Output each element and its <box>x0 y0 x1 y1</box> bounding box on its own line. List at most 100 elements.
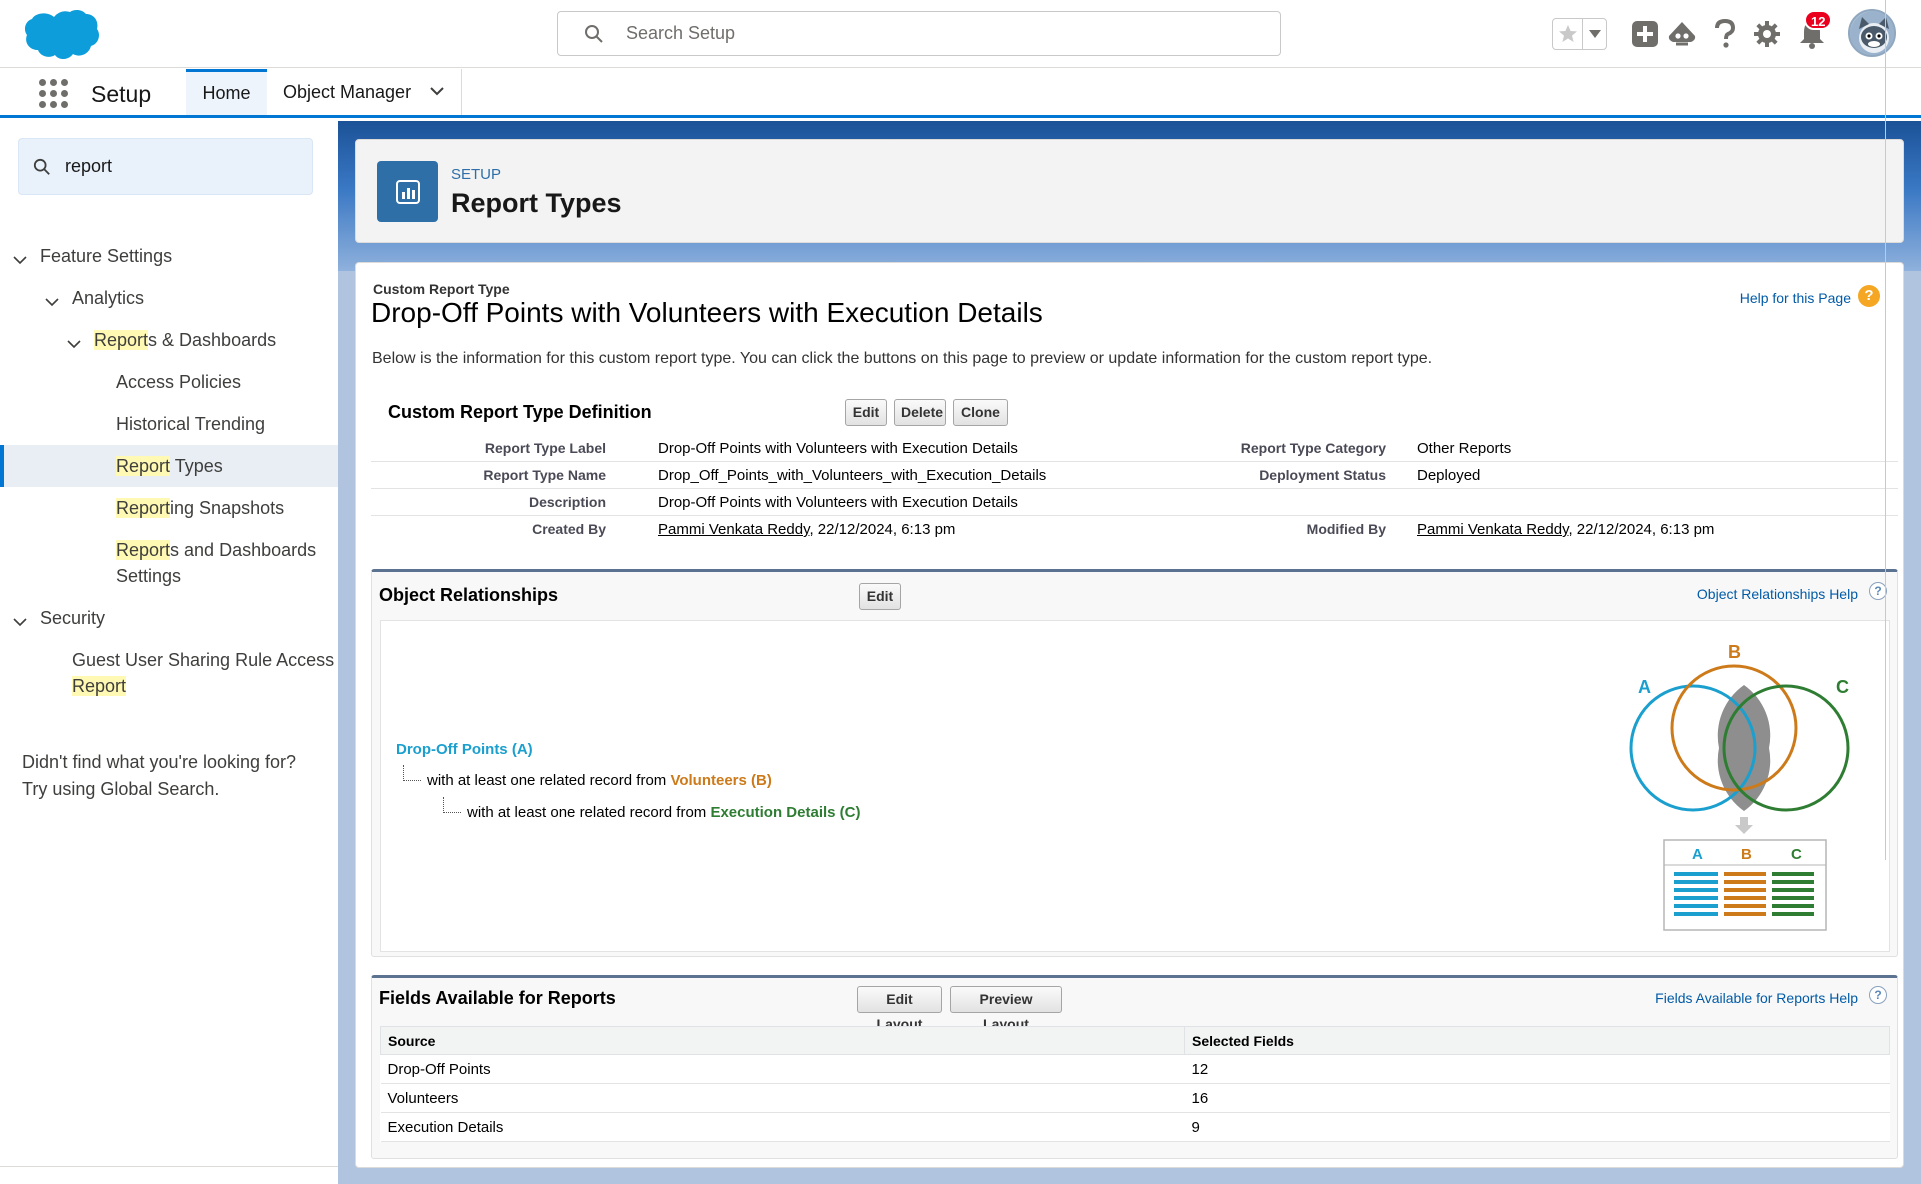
favorites-group <box>1552 18 1607 50</box>
tree-item-reports-dashboards-settings[interactable]: Reports and Dashboards Settings <box>116 537 316 589</box>
field-value: Other Reports <box>1417 440 1512 457</box>
table-header-row: Source Selected Fields <box>380 1026 1890 1055</box>
help-question-icon[interactable]: ? <box>1869 986 1887 1004</box>
page-header: SETUP Report Types <box>355 139 1904 243</box>
context-bar: Setup Home Object Manager <box>0 69 1921 118</box>
help-question-icon[interactable]: ? <box>1858 285 1880 307</box>
down-arrow-icon <box>1735 817 1753 834</box>
search-highlight: Report <box>94 330 149 350</box>
edit-button[interactable]: Edit <box>845 399 887 426</box>
modified-by-user-link[interactable]: Pammi Venkata Reddy <box>1417 521 1568 538</box>
page-eyebrow: SETUP <box>451 166 502 183</box>
selected-fields-cell: 12 <box>1184 1054 1890 1084</box>
sidebar-help-text: Didn't find what you're looking for? Try… <box>22 749 322 803</box>
tree-item-label: s and Dashboards <box>170 540 317 560</box>
edit-layout-button[interactable]: Edit Layout <box>857 986 942 1032</box>
relationships-body: Drop-Off Points (A) with at least one re… <box>380 620 1890 952</box>
chevron-down-icon[interactable] <box>429 85 445 97</box>
favorites-star-icon[interactable] <box>1553 19 1582 49</box>
source-cell: Volunteers <box>380 1083 1185 1113</box>
tab-home[interactable]: Home <box>186 69 267 115</box>
modified-date: , 22/12/2024, 6:13 pm <box>1568 521 1715 538</box>
tree-item-report-types[interactable]: Report Types <box>116 453 223 479</box>
trailhead-guidance-icon[interactable] <box>1665 17 1699 51</box>
field-value: Drop_Off_Points_with_Volunteers_with_Exe… <box>658 467 1047 484</box>
report-type-icon <box>377 161 438 222</box>
help-icon[interactable] <box>1708 17 1742 51</box>
sidebar-help-line: Try using Global Search. <box>22 779 220 799</box>
definition-row: Description Drop-Off Points with Volunte… <box>371 489 1898 516</box>
global-search-box[interactable]: Search Setup <box>557 11 1281 56</box>
scrollbar-edge <box>1885 0 1886 860</box>
setup-sidebar: report Feature Settings Analytics Report… <box>0 121 338 1184</box>
definition-section-title: Custom Report Type Definition <box>388 402 652 422</box>
venn-label-c: C <box>1836 677 1849 697</box>
chevron-down-icon[interactable] <box>67 337 81 351</box>
object-relationships-panel: Object Relationships Edit Object Relatio… <box>371 569 1898 957</box>
field-label: Report Type Name <box>483 467 606 483</box>
clone-button[interactable]: Clone <box>953 399 1008 426</box>
chevron-down-icon[interactable] <box>13 615 27 629</box>
quick-find-input[interactable]: report <box>18 138 313 195</box>
search-icon <box>33 158 50 175</box>
tree-connector <box>403 765 421 781</box>
modified-by-value: Pammi Venkata Reddy, 22/12/2024, 6:13 pm <box>1417 521 1714 538</box>
tree-item-access-policies[interactable]: Access Policies <box>116 369 241 395</box>
table-col-b: B <box>1741 846 1752 863</box>
tree-item-reports-dashboards[interactable]: Reports & Dashboards <box>94 327 276 353</box>
field-label: Report Type Category <box>1240 440 1386 456</box>
tree-item-label: Guest User Sharing Rule Access <box>72 650 335 670</box>
venn-label-b: B <box>1728 642 1741 662</box>
tree-item-label: ing Snapshots <box>170 498 285 518</box>
tree-item-security[interactable]: Security <box>40 605 105 631</box>
column-header-selected-fields: Selected Fields <box>1184 1026 1890 1055</box>
relationships-section-title: Object Relationships <box>379 585 559 605</box>
object-a-label: Drop-Off Points (A) <box>396 741 533 758</box>
venn-label-a: A <box>1638 677 1651 697</box>
fields-table: Source Selected Fields Drop-Off Points 1… <box>380 1026 1890 1142</box>
intro-text: Below is the information for this custom… <box>372 350 1433 367</box>
fields-available-panel: Fields Available for Reports Edit Layout… <box>371 975 1898 1159</box>
fields-section-title: Fields Available for Reports <box>379 988 616 1008</box>
source-cell: Drop-Off Points <box>380 1054 1185 1084</box>
tree-item-feature-settings[interactable]: Feature Settings <box>40 243 172 269</box>
object-relationships-help-link[interactable]: Object Relationships Help <box>1697 586 1858 602</box>
delete-button[interactable]: Delete <box>894 399 946 426</box>
global-actions-plus-icon[interactable] <box>1628 17 1662 51</box>
relationship-text: with at least one related record from <box>427 772 671 789</box>
search-highlight: Report <box>116 498 171 518</box>
tab-object-manager[interactable]: Object Manager <box>267 69 462 115</box>
salesforce-logo[interactable] <box>22 8 100 62</box>
created-date: , 22/12/2024, 6:13 pm <box>809 521 956 538</box>
table-row: Execution Details 9 <box>380 1112 1890 1142</box>
table-col-a: A <box>1692 846 1703 863</box>
setup-gear-icon[interactable] <box>1750 17 1784 51</box>
tree-item-guest-user-sharing-rule-access-report[interactable]: Guest User Sharing Rule Access Report <box>72 647 334 699</box>
tree-item-reporting-snapshots[interactable]: Reporting Snapshots <box>116 495 284 521</box>
tree-item-analytics[interactable]: Analytics <box>72 285 144 311</box>
definition-row: Report Type Label Drop-Off Points with V… <box>371 435 1898 462</box>
tree-item-label: Types <box>170 456 223 476</box>
field-label: Created By <box>532 521 606 537</box>
preview-layout-button[interactable]: Preview Layout <box>950 986 1062 1032</box>
app-launcher-waffle-icon[interactable] <box>39 79 69 109</box>
page-title: Report Types <box>451 188 622 218</box>
sidebar-help-line: Didn't find what you're looking for? <box>22 752 297 772</box>
tree-item-historical-trending[interactable]: Historical Trending <box>116 411 265 437</box>
relationships-edit-button[interactable]: Edit <box>859 583 901 610</box>
help-for-this-page-link[interactable]: Help for this Page <box>1740 290 1851 306</box>
definition-row: Created By Pammi Venkata Reddy, 22/12/20… <box>371 516 1898 543</box>
table-row: Volunteers 16 <box>380 1083 1890 1113</box>
tree-item-label: Settings <box>116 566 182 586</box>
object-c-label: Execution Details (C) <box>710 804 861 821</box>
field-label: Report Type Label <box>484 440 606 456</box>
quick-find-value: report <box>65 156 113 176</box>
created-by-value: Pammi Venkata Reddy, 22/12/2024, 6:13 pm <box>658 521 955 538</box>
created-by-user-link[interactable]: Pammi Venkata Reddy <box>658 521 809 538</box>
user-avatar[interactable] <box>1848 9 1896 57</box>
chevron-down-icon[interactable] <box>13 253 27 267</box>
favorites-dropdown-icon[interactable] <box>1582 19 1606 49</box>
chevron-down-icon[interactable] <box>45 295 59 309</box>
global-header: Search Setup 12 <box>0 0 1921 68</box>
fields-available-help-link[interactable]: Fields Available for Reports Help <box>1655 990 1858 1006</box>
